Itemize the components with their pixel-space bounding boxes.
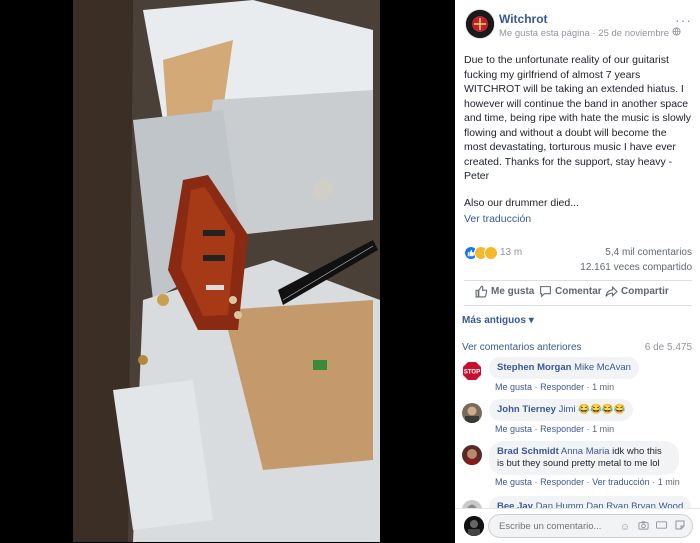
separator: · <box>652 477 656 487</box>
commenter-name[interactable]: Brad Schmidt <box>497 446 559 457</box>
thumbs-up-icon <box>475 285 488 298</box>
comment-label: Comentar <box>555 286 602 297</box>
commenter-name[interactable]: Stephen Morgan <box>497 362 571 373</box>
sort-comments-dropdown[interactable]: Más antiguos ▾ <box>462 315 534 326</box>
dumpster-guitar-photo <box>73 0 380 542</box>
comment-meta: Me gusta · Responder · 1 min <box>495 424 614 434</box>
comment-text: 😂😂😂😂 <box>578 404 626 415</box>
comment-bubble: Stephen Morgan Mike McAvan <box>489 357 639 379</box>
comment-bubble: John Tierney Jimi 😂😂😂😂 <box>489 399 634 421</box>
photo-viewer <box>0 0 455 542</box>
my-avatar <box>464 516 484 536</box>
separator: · <box>586 477 590 487</box>
profile-photo-icon <box>462 403 482 423</box>
composer-tools: ☺ <box>616 519 686 534</box>
comment-input-box[interactable]: ☺ <box>488 514 693 538</box>
globe-icon <box>672 27 681 39</box>
comment-icon <box>540 286 551 298</box>
post-header: Witchrot Me gusta esta página · 25 de no… <box>455 0 700 44</box>
like-label: Me gusta <box>491 286 535 297</box>
post-photo[interactable] <box>73 0 380 542</box>
post-subline: Me gusta esta página · 25 de noviembre <box>499 27 681 39</box>
share-label: Compartir <box>621 286 669 297</box>
commenter-avatar[interactable]: STOP <box>462 361 482 381</box>
page-name[interactable]: Witchrot <box>499 12 548 26</box>
comment-meta: Me gusta · Responder · 1 min <box>495 382 614 392</box>
reaction-summary: 13 m 5,4 mil comentarios <box>464 246 692 262</box>
separator: · <box>534 424 538 434</box>
see-translation-link[interactable]: Ver traducción <box>464 213 531 225</box>
tagged-user[interactable]: Anna Maria <box>561 446 610 457</box>
separator: · <box>586 382 590 392</box>
divider <box>464 280 692 281</box>
post-panel: Witchrot Me gusta esta página · 25 de no… <box>455 0 700 543</box>
post-date[interactable]: 25 de noviembre <box>598 28 669 39</box>
gif-icon[interactable] <box>656 520 668 532</box>
chevron-down-icon: ▾ <box>528 315 534 326</box>
wow-reaction-icon <box>484 246 498 260</box>
comment-composer: ☺ <box>455 508 700 543</box>
like-button[interactable]: Me gusta <box>475 285 535 298</box>
share-count[interactable]: 12.161 veces compartido <box>580 262 692 273</box>
band-logo-icon <box>466 10 494 38</box>
sticker-icon[interactable] <box>674 520 686 532</box>
camera-icon[interactable] <box>637 520 649 532</box>
separator: · <box>592 28 596 39</box>
comment-time[interactable]: 1 min <box>592 424 614 434</box>
view-previous-comments-link[interactable]: Ver comentarios anteriores <box>462 342 582 353</box>
separator: · <box>534 382 538 392</box>
comment-translate-link[interactable]: Ver traducción <box>592 477 650 487</box>
comments-shown-count: 6 de 5.475 <box>644 342 692 353</box>
comment-button[interactable]: Comentar <box>540 286 602 298</box>
stop-sign-text: STOP <box>464 370 480 376</box>
comment-reply-link[interactable]: Responder <box>540 382 584 392</box>
comment-input[interactable] <box>497 520 621 533</box>
post-body: Due to the unfortunate reality of our gu… <box>464 53 692 227</box>
separator: · <box>534 477 538 487</box>
post-actions: Me gusta Comentar Compartir <box>464 282 692 304</box>
sort-label: Más antiguos <box>462 315 526 326</box>
comment-time[interactable]: 1 min <box>658 477 680 487</box>
share-icon <box>605 285 618 298</box>
tagged-user[interactable]: Jimi <box>559 404 576 415</box>
tagged-user[interactable]: Mike McAvan <box>574 362 631 373</box>
stop-sign-icon: STOP <box>463 362 481 380</box>
commenter-avatar[interactable] <box>462 403 482 423</box>
post-text-paragraph: Due to the unfortunate reality of our gu… <box>464 54 692 182</box>
divider <box>464 305 692 306</box>
separator: · <box>586 424 590 434</box>
like-page-link[interactable]: Me gusta esta página <box>499 28 590 39</box>
reaction-count[interactable]: 13 m <box>500 247 522 258</box>
comment-reply-link[interactable]: Responder <box>540 477 584 487</box>
more-options-icon[interactable]: ··· <box>675 12 692 28</box>
comment-meta: Me gusta · Responder · Ver traducción · … <box>495 477 680 487</box>
comment-count[interactable]: 5,4 mil comentarios <box>605 247 692 258</box>
comment-like-link[interactable]: Me gusta <box>495 382 532 392</box>
post-text-paragraph: Also our drummer died... <box>464 196 579 209</box>
share-button[interactable]: Compartir <box>605 285 669 298</box>
comment-like-link[interactable]: Me gusta <box>495 477 532 487</box>
comment-reply-link[interactable]: Responder <box>540 424 584 434</box>
comment-like-link[interactable]: Me gusta <box>495 424 532 434</box>
page-avatar[interactable] <box>465 9 495 39</box>
commenter-name[interactable]: John Tierney <box>497 404 556 415</box>
profile-photo-icon <box>464 516 484 536</box>
comment-bubble: Brad Schmidt Anna Maria idk who this is … <box>489 441 679 475</box>
commenter-avatar[interactable] <box>462 445 482 465</box>
comment-time[interactable]: 1 min <box>592 382 614 392</box>
profile-photo-icon <box>462 445 482 465</box>
emoji-icon[interactable]: ☺ <box>619 522 631 534</box>
